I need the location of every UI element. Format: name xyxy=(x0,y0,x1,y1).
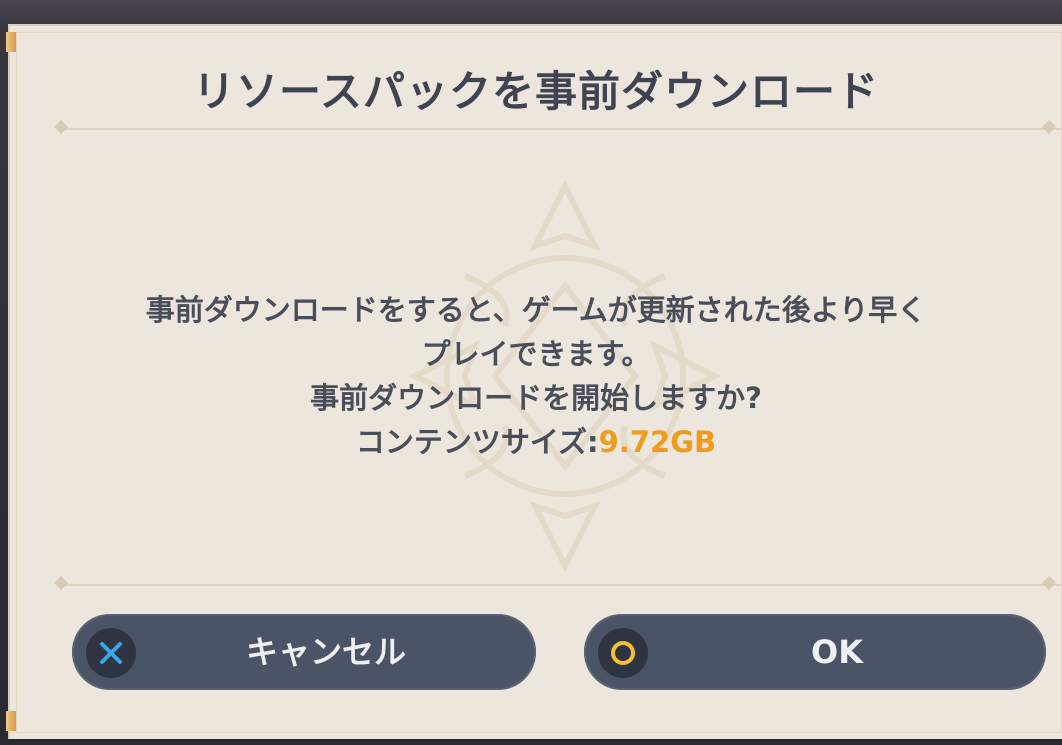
ok-button[interactable]: OK xyxy=(584,614,1046,690)
corner-ornament-top-left xyxy=(6,32,16,52)
message-line-2: プレイできます。 xyxy=(421,337,651,371)
message-line-1: 事前ダウンロードをすると、ゲームが更新された後より早く xyxy=(145,293,927,327)
content-size-label: コンテンツサイズ: xyxy=(355,425,599,459)
cancel-button-label: キャンセル xyxy=(245,633,406,671)
content-size-value: 9.72GB xyxy=(598,425,717,459)
cross-icon xyxy=(86,628,136,678)
content-size-line: コンテンツサイズ:9.72GB xyxy=(10,420,1062,464)
circle-icon xyxy=(598,628,648,678)
title-divider xyxy=(53,119,1062,135)
ok-button-label: OK xyxy=(811,633,863,671)
button-divider xyxy=(53,575,1062,591)
cancel-button[interactable]: キャンセル xyxy=(72,614,536,690)
corner-ornament-bottom-left xyxy=(6,711,16,731)
dialog-message: 事前ダウンロードをすると、ゲームが更新された後より早く プレイできます。 事前ダ… xyxy=(10,288,1062,464)
dialog-title: リソースパックを事前ダウンロード xyxy=(193,67,879,116)
message-line-3: 事前ダウンロードを開始しますか? xyxy=(310,381,762,415)
